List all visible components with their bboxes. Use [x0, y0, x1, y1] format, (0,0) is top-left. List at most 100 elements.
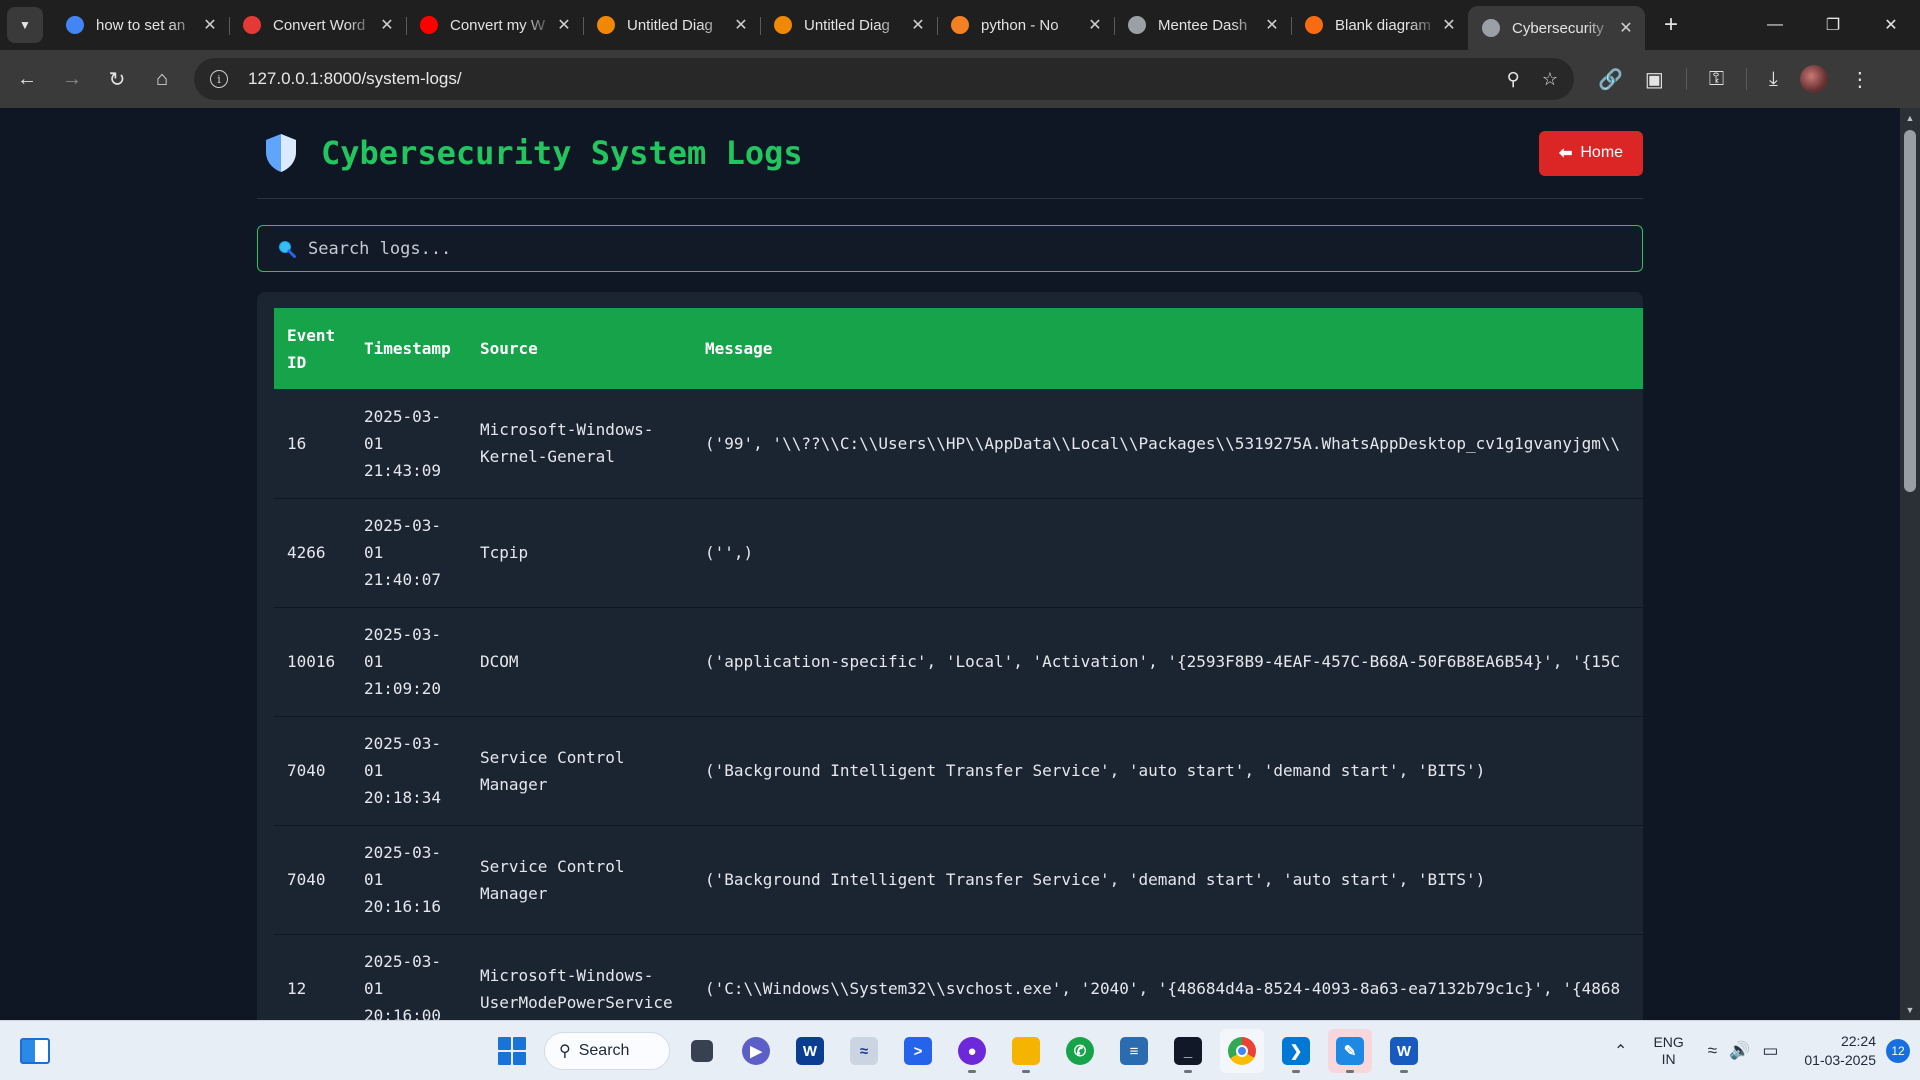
- browser-tab[interactable]: Untitled Diag ✕: [583, 0, 760, 50]
- monitor-app[interactable]: ≈: [842, 1029, 886, 1073]
- browser-tab[interactable]: Blank diagram ✕: [1291, 0, 1468, 50]
- cell-timestamp: 2025-03-01 20:18:34: [351, 716, 467, 826]
- close-window-button[interactable]: ✕: [1862, 0, 1920, 50]
- whatsapp-app[interactable]: ✆: [1058, 1029, 1102, 1073]
- notepad-app[interactable]: ≡: [1112, 1029, 1156, 1073]
- profile-avatar[interactable]: [1799, 65, 1828, 93]
- browser-tab[interactable]: Convert Word ✕: [229, 0, 406, 50]
- tor-app[interactable]: ●: [950, 1029, 994, 1073]
- close-icon[interactable]: ✕: [1086, 15, 1104, 35]
- google-icon: [66, 16, 84, 34]
- windows-taskbar: ⚲ Search ▶ W ≈ > ● ✆ ≡ _ ❯ ✎ W ⌃ ENG IN …: [0, 1020, 1920, 1080]
- file-explorer-app[interactable]: [1004, 1029, 1048, 1073]
- bookmark-star-icon[interactable]: ☆: [1542, 69, 1558, 90]
- task-view-button[interactable]: [680, 1029, 724, 1073]
- video-call-icon: ▶: [742, 1037, 770, 1065]
- drawio-icon: [597, 16, 615, 34]
- browser-tab[interactable]: Convert my W ✕: [406, 0, 583, 50]
- close-icon[interactable]: ✕: [1263, 15, 1281, 35]
- header-source: Source: [480, 339, 538, 358]
- new-tab-button[interactable]: +: [1651, 5, 1691, 45]
- search-input[interactable]: [308, 238, 1508, 259]
- close-icon[interactable]: ✕: [732, 15, 750, 35]
- close-icon[interactable]: ✕: [555, 15, 573, 35]
- battery-icon[interactable]: ▭: [1762, 1041, 1778, 1061]
- link-icon[interactable]: 🔗: [1598, 67, 1623, 92]
- scroll-up-arrow-icon[interactable]: ▲: [1900, 110, 1920, 126]
- terminal-app[interactable]: _: [1166, 1029, 1210, 1073]
- cell-event-id: 12: [274, 934, 351, 1020]
- cell-source: Microsoft-Windows-Kernel-General: [467, 389, 692, 499]
- tab-search-button[interactable]: ▼: [7, 7, 43, 43]
- home-button[interactable]: ⬅ Home: [1539, 130, 1643, 176]
- toolbar-divider: [1685, 68, 1687, 90]
- search-box: [257, 225, 1643, 272]
- arrow-left-icon: ⬅: [1558, 145, 1573, 162]
- tor-icon: ●: [958, 1037, 986, 1065]
- forward-button[interactable]: →: [54, 61, 90, 97]
- copilot-icon: W: [796, 1037, 824, 1065]
- cell-message: ('application-specific', 'Local', 'Activ…: [692, 607, 1643, 717]
- taskbar-apps: ⚲ Search ▶ W ≈ > ● ✆ ≡ _ ❯ ✎ W: [490, 1029, 1426, 1073]
- start-button[interactable]: [490, 1029, 534, 1073]
- taskbar-search[interactable]: ⚲ Search: [544, 1032, 670, 1070]
- tab-title: Untitled Diag: [804, 16, 890, 34]
- globe-icon: [1482, 19, 1500, 37]
- logs-container: Cybersecurity System Logs ⬅ Home Event I…: [257, 108, 1643, 1020]
- tab-title: Convert Word: [273, 16, 366, 34]
- heart-icon: [243, 16, 261, 34]
- browser-tab[interactable]: Cybersecurity ✕: [1468, 6, 1645, 50]
- chevron-up-icon[interactable]: ⌃: [1614, 1041, 1627, 1061]
- address-bar[interactable]: i 127.0.0.1:8000/system-logs/ ⚲ ☆: [194, 58, 1574, 100]
- wifi-icon[interactable]: ≈: [1708, 1041, 1717, 1061]
- clock[interactable]: 22:24 01-03-2025: [1804, 1032, 1876, 1070]
- password-key-icon[interactable]: ⚿: [1709, 68, 1724, 91]
- extensions-icon[interactable]: ▣: [1645, 67, 1664, 92]
- search-icon: ⚲: [559, 1043, 571, 1060]
- close-icon[interactable]: ✕: [201, 15, 219, 35]
- cell-event-id: 4266: [274, 498, 351, 608]
- volume-icon[interactable]: 🔊: [1729, 1041, 1750, 1061]
- cell-source: Tcpip: [467, 498, 692, 608]
- table-row: 10016 2025-03-01 21:09:20 DCOM ('applica…: [274, 607, 1643, 717]
- notification-badge[interactable]: 12: [1886, 1039, 1910, 1063]
- zoom-icon[interactable]: ⚲: [1507, 69, 1520, 90]
- chrome-app[interactable]: [1220, 1029, 1264, 1073]
- page-scrollbar[interactable]: ▲ ▼: [1900, 108, 1920, 1020]
- tab-title: python - No: [981, 16, 1059, 34]
- scroll-thumb[interactable]: [1904, 130, 1916, 492]
- home-nav-button[interactable]: ⌂: [144, 61, 180, 97]
- copilot-app[interactable]: W: [788, 1029, 832, 1073]
- powershell-app[interactable]: >: [896, 1029, 940, 1073]
- close-icon[interactable]: ✕: [1617, 18, 1635, 38]
- word-app[interactable]: W: [1382, 1029, 1426, 1073]
- minimize-button[interactable]: —: [1746, 0, 1804, 50]
- restore-button[interactable]: ❐: [1804, 0, 1862, 50]
- browser-tab[interactable]: Mentee Dash ✕: [1114, 0, 1291, 50]
- download-icon[interactable]: ⤓: [1769, 68, 1778, 91]
- close-icon[interactable]: ✕: [909, 15, 927, 35]
- header-timestamp: Timestamp: [364, 339, 451, 358]
- language-indicator[interactable]: ENG IN: [1653, 1034, 1683, 1068]
- browser-tab[interactable]: how to set an ✕: [52, 0, 229, 50]
- table-row: 7040 2025-03-01 20:16:16 Service Control…: [274, 825, 1643, 935]
- browser-tab[interactable]: Untitled Diag ✕: [760, 0, 937, 50]
- system-tray: ⌃ ENG IN ≈ 🔊 ▭ 22:24 01-03-2025 12: [1614, 1021, 1920, 1080]
- scroll-down-arrow-icon[interactable]: ▼: [1900, 1002, 1920, 1018]
- back-button[interactable]: ←: [9, 61, 45, 97]
- table-row: 4266 2025-03-01 21:40:07 Tcpip ('',): [274, 498, 1643, 608]
- cell-timestamp: 2025-03-01 21:09:20: [351, 607, 467, 717]
- browser-menu-icon[interactable]: ⋮: [1850, 67, 1870, 92]
- cell-event-id: 10016: [274, 607, 351, 717]
- meet-app[interactable]: ▶: [734, 1029, 778, 1073]
- cell-message: ('',): [692, 498, 1643, 608]
- close-icon[interactable]: ✕: [378, 15, 396, 35]
- reload-button[interactable]: ↻: [99, 61, 135, 97]
- drawio-app[interactable]: ✎: [1328, 1029, 1372, 1073]
- vscode-app[interactable]: ❯: [1274, 1029, 1318, 1073]
- site-info-icon[interactable]: i: [210, 70, 228, 88]
- close-icon[interactable]: ✕: [1440, 15, 1458, 35]
- browser-tab[interactable]: python - No ✕: [937, 0, 1114, 50]
- header-event-id: Event ID: [287, 325, 336, 372]
- widgets-icon[interactable]: [20, 1038, 50, 1064]
